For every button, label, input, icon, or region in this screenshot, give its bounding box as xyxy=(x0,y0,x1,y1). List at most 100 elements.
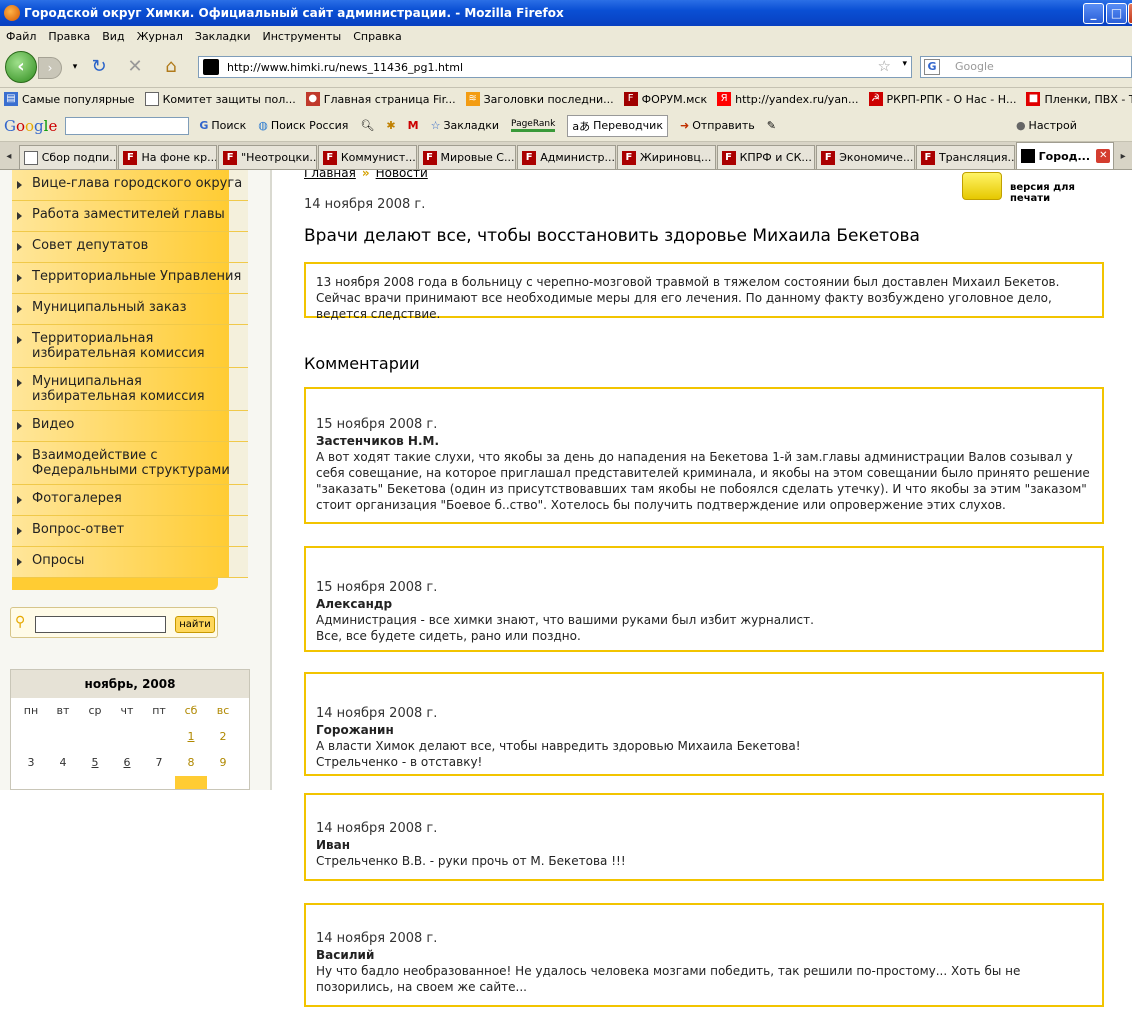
sidebar-item[interactable]: Работа заместителей главы xyxy=(12,201,248,232)
tab-item[interactable]: F Трансляция... xyxy=(915,145,1015,169)
menu-view[interactable]: Вид xyxy=(102,30,124,43)
reload-icon[interactable]: ↻ xyxy=(88,56,110,78)
bookmark-item[interactable]: ■Пленки, ПВХ - Тести... xyxy=(1026,92,1132,106)
menu-help[interactable]: Справка xyxy=(353,30,401,43)
breadcrumb-home-link[interactable]: Главная xyxy=(304,170,356,180)
sidebar-item[interactable]: Территориальная избирательная комиссия xyxy=(12,325,248,368)
sidebar-item[interactable]: Взаимодействие с Федеральными структурам… xyxy=(12,442,248,485)
google-toolbar: Google G Поиск ◍ Поиск Россия 🔍︎ ✱ M ☆ Закл… xyxy=(0,110,1132,142)
bookmark-label: Самые популярные xyxy=(22,92,135,106)
sidebar-item[interactable]: Фотогалерея xyxy=(12,485,248,516)
close-button[interactable] xyxy=(1128,3,1132,24)
menu-tools[interactable]: Инструменты xyxy=(263,30,342,43)
forum-f-icon: F xyxy=(621,150,636,165)
comment-text: Все, все будете сидеть, рано или поздно. xyxy=(316,629,581,643)
print-version-label: версия для печати xyxy=(1010,182,1075,204)
tab-close-icon[interactable]: ✕ xyxy=(1096,149,1111,163)
comment: 15 ноября 2008 г. Александр Администрация … xyxy=(304,546,1104,652)
printer-icon xyxy=(962,172,1002,200)
sidebar-item[interactable]: Вопрос-ответ xyxy=(12,516,248,547)
puzzle-button[interactable]: ✱ xyxy=(386,119,395,132)
bookmark-item[interactable]: ☭ РКРП-РПК - О Нас - Н... xyxy=(868,92,1016,106)
tab-scroll-left-icon[interactable]: ◂ xyxy=(0,145,18,169)
magnifier-button[interactable]: 🔍︎ xyxy=(360,119,374,132)
calendar-day[interactable]: 6 xyxy=(111,750,143,776)
bookmark-star-icon[interactable]: ☆ xyxy=(878,57,891,75)
forum-f-icon: F xyxy=(522,150,537,165)
google-logo: Google xyxy=(4,116,58,135)
calendar-day-partial xyxy=(47,776,79,789)
url-dropdown-icon[interactable]: ▾ xyxy=(902,59,907,69)
tab-item[interactable]: F Мировые С... xyxy=(417,145,517,169)
google-search-button[interactable]: G Поиск xyxy=(199,119,246,132)
sidebar-item[interactable]: Вице-глава городского округа xyxy=(12,170,248,201)
tab-item[interactable]: F КПРФ и СК... xyxy=(716,145,816,169)
search-box[interactable]: G Google xyxy=(920,56,1132,78)
tab-scroll-right-icon[interactable]: ▸ xyxy=(1114,145,1132,169)
stop-icon[interactable]: ✕ xyxy=(124,56,146,78)
highlighter-button[interactable]: ✎ xyxy=(767,119,776,132)
bookmark-item[interactable]: ▤ Самые популярные xyxy=(4,92,135,106)
calendar-day[interactable]: 1 xyxy=(175,724,207,750)
tab-item[interactable]: F Коммунист... xyxy=(317,145,417,169)
menu-file[interactable]: Файл xyxy=(6,30,36,43)
maximize-button[interactable]: □ xyxy=(1106,3,1127,24)
tab-item[interactable]: Сбор подпи... xyxy=(18,145,118,169)
back-button[interactable]: ‹ xyxy=(5,51,37,83)
forward-button[interactable]: › xyxy=(38,57,62,79)
comment-author: Василий xyxy=(316,948,375,962)
site-favicon xyxy=(203,59,219,75)
gmail-icon: M xyxy=(407,119,419,132)
site-search-button[interactable]: найти xyxy=(175,616,215,633)
menu-edit[interactable]: Правка xyxy=(48,30,90,43)
puzzle-icon: ✱ xyxy=(386,119,396,132)
sidebar-item[interactable]: Опросы xyxy=(12,547,248,578)
calendar-weekday: ср xyxy=(88,704,102,717)
menu-history[interactable]: Журнал xyxy=(137,30,183,43)
tab-item[interactable]: Город... ✕ xyxy=(1015,142,1115,169)
google-search-input[interactable] xyxy=(65,116,190,135)
comments-heading: Комментарии xyxy=(304,354,420,373)
send-button[interactable]: ➜ Отправить xyxy=(680,119,755,132)
translator-button[interactable]: aあ Переводчик xyxy=(567,114,668,137)
search-russia-button[interactable]: ◍ Поиск Россия xyxy=(258,119,348,132)
gmail-button[interactable]: M xyxy=(408,119,419,132)
sidebar-item[interactable]: Видео xyxy=(12,411,248,442)
pagerank-indicator: PageRank xyxy=(511,119,556,132)
site-search-input[interactable] xyxy=(35,616,166,633)
tab-item[interactable]: F Жириновц... xyxy=(616,145,716,169)
bookmark-item[interactable]: F ФОРУМ.мск xyxy=(623,92,707,106)
minimize-button[interactable]: _ xyxy=(1083,3,1104,24)
tab-item[interactable]: F Экономиче... xyxy=(816,145,915,169)
breadcrumb-news-link[interactable]: Новости xyxy=(376,170,428,180)
translate-icon: aあ xyxy=(572,119,591,133)
calendar-day[interactable]: 5 xyxy=(79,750,111,776)
google-engine-icon[interactable]: G xyxy=(924,59,940,75)
sidebar-item[interactable]: Муниципальный заказ xyxy=(12,294,248,325)
comment-text: А власти Химок делают все, чтобы навреди… xyxy=(316,739,801,753)
address-bar[interactable]: http://www.himki.ru/news_11436_pg1.html … xyxy=(198,56,912,78)
sidebar-item[interactable]: Территориальные Управления xyxy=(12,263,248,294)
bookmark-icon: F xyxy=(623,92,638,106)
bookmark-item[interactable]: Комитет защиты пол... xyxy=(144,92,296,106)
bookmark-label: Комитет защиты пол... xyxy=(162,92,296,106)
settings-button[interactable]: ● Настрой xyxy=(1016,119,1077,132)
bookmark-item[interactable]: ● Главная страница Fir... xyxy=(305,92,456,106)
menu-bookmarks[interactable]: Закладки xyxy=(195,30,251,43)
home-icon[interactable]: ⌂ xyxy=(160,56,182,78)
bookmark-item[interactable]: Яhttp://yandex.ru/yan... xyxy=(717,92,859,106)
calendar-weekday: сб xyxy=(184,704,198,717)
magnifier-icon: 🔍︎ xyxy=(360,119,375,132)
forum-f-icon: F xyxy=(721,150,736,165)
tab-item[interactable]: F На фоне кр... xyxy=(118,145,218,169)
bookmark-icon: Я xyxy=(717,92,732,106)
google-bookmarks-button[interactable]: ☆ Закладки xyxy=(431,119,499,132)
history-dropdown-icon[interactable]: ▾ xyxy=(64,56,86,78)
bookmark-item[interactable]: ≋ Заголовки последни... xyxy=(465,92,614,106)
sidebar-item[interactable]: Муниципальная избирательная комиссия xyxy=(12,368,248,411)
page-icon xyxy=(23,150,38,165)
tab-item[interactable]: F Администр... xyxy=(517,145,616,169)
sidebar-item[interactable]: Совет депутатов xyxy=(12,232,248,263)
print-version-link[interactable]: версия для печати xyxy=(962,170,1112,204)
tab-item[interactable]: F "Неотроцки... xyxy=(218,145,317,169)
